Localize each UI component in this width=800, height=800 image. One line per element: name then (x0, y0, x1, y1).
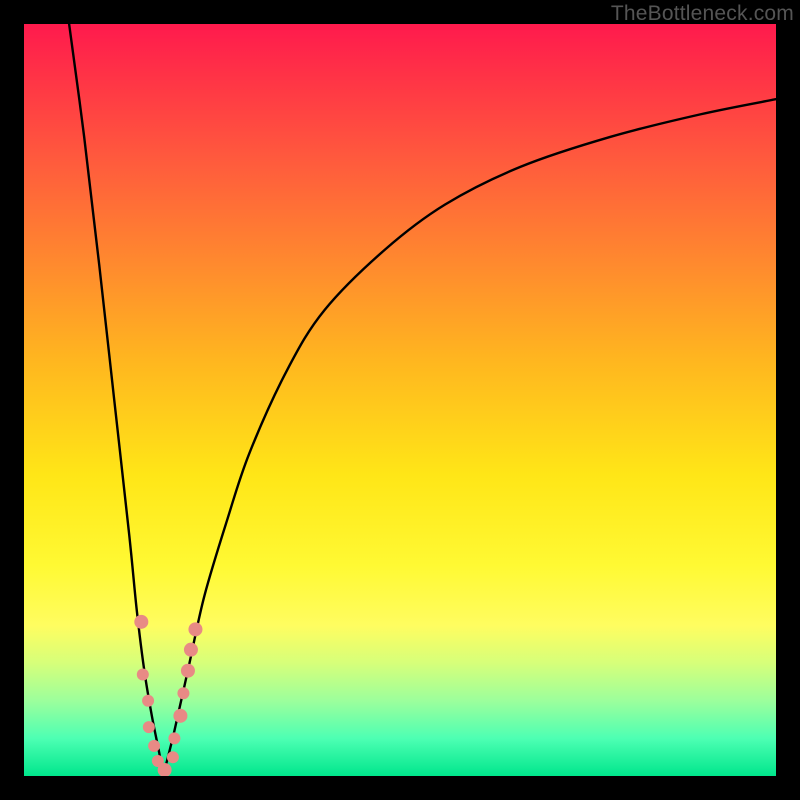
marker-0 (134, 615, 148, 629)
marker-4 (148, 740, 160, 752)
curve-layer (24, 24, 776, 776)
marker-12 (184, 643, 198, 657)
chart-frame: TheBottleneck.com (0, 0, 800, 800)
marker-9 (173, 709, 187, 723)
marker-10 (177, 687, 189, 699)
marker-7 (167, 751, 179, 763)
watermark-text: TheBottleneck.com (611, 2, 794, 26)
marker-8 (168, 732, 180, 744)
curve-left-branch (69, 24, 163, 776)
marker-2 (142, 695, 154, 707)
marker-13 (188, 622, 202, 636)
marker-11 (181, 664, 195, 678)
curve-right-branch (163, 99, 776, 776)
marker-1 (137, 668, 149, 680)
plot-area (24, 24, 776, 776)
marker-3 (143, 721, 155, 733)
